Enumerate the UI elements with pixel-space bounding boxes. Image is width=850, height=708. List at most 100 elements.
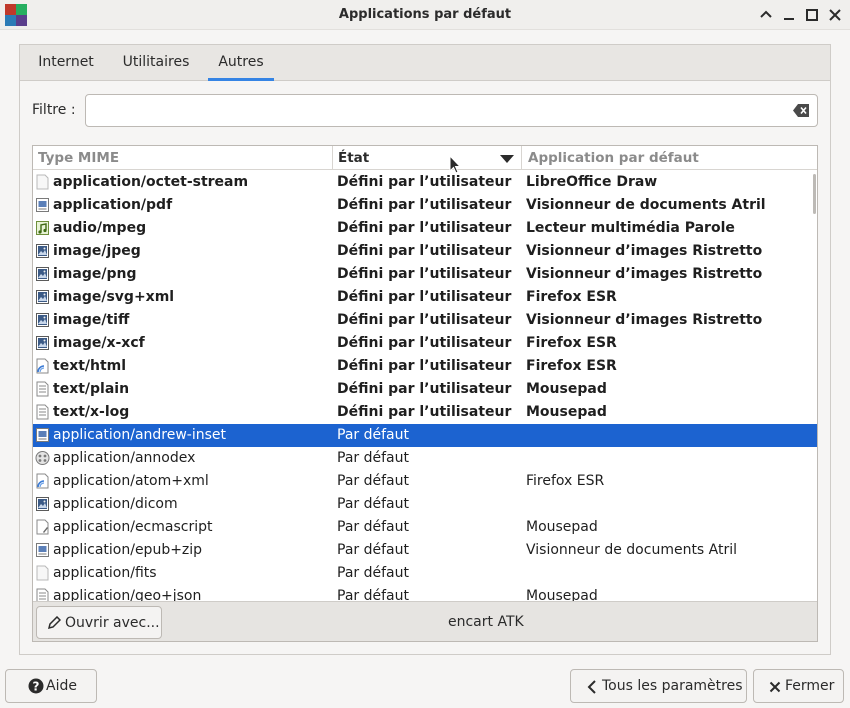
tab-panel: Internet Utilitaires Autres Filtre : Typ… <box>19 44 831 655</box>
default-app-cell: Visionneur d’images Ristretto <box>526 243 763 259</box>
default-app-cell: Firefox ESR <box>526 289 617 305</box>
table-row[interactable]: text/plain Défini par l’utilisateur Mousep… <box>33 378 817 401</box>
column-header-state[interactable]: État <box>338 146 369 170</box>
image-file-icon <box>36 497 49 511</box>
document-file-icon <box>36 428 49 442</box>
table-row[interactable]: audio/mpeg Défini par l’utilisateur Lecteu… <box>33 217 817 240</box>
document-file-icon <box>36 543 49 557</box>
mime-type-cell: image/jpeg <box>53 243 141 259</box>
image-file-icon <box>36 336 49 350</box>
help-icon: ? <box>28 678 44 694</box>
table-row[interactable]: application/atom+xml Par défaut Firefox ES… <box>33 470 817 493</box>
blank-file-icon <box>36 174 49 190</box>
mime-type-cell: application/fits <box>53 565 157 581</box>
tab-utilitaires-label: Utilitaires <box>122 54 190 70</box>
blank-file-icon <box>36 565 49 581</box>
table-row[interactable]: application/pdf Défini par l’utilisateur V… <box>33 194 817 217</box>
state-cell: Par défaut <box>337 542 409 558</box>
tab-internet-label: Internet <box>38 54 94 70</box>
mime-type-cell: audio/mpeg <box>53 220 147 236</box>
mime-type-cell: text/html <box>53 358 127 374</box>
audio-file-icon <box>36 221 49 235</box>
maximize-button[interactable] <box>803 6 821 24</box>
maximize-icon <box>806 9 818 21</box>
table-row[interactable]: application/octet-stream Défini par l’uti… <box>33 171 817 194</box>
mouse-cursor-icon <box>449 155 462 174</box>
open-with-label: Ouvrir avec... <box>65 615 160 631</box>
table-row[interactable]: image/x-xcf Défini par l’utilisateur Firef… <box>33 332 817 355</box>
default-app-cell: Visionneur d’images Ristretto <box>526 312 763 328</box>
document-file-icon <box>36 198 49 212</box>
table-row[interactable]: image/png Défini par l’utilisateur Visionn… <box>33 263 817 286</box>
state-cell: Par défaut <box>337 473 409 489</box>
state-cell: Défini par l’utilisateur <box>337 266 512 282</box>
default-app-cell: Firefox ESR <box>526 358 617 374</box>
close-window-button[interactable] <box>826 6 844 24</box>
image-file-icon <box>36 313 49 327</box>
state-cell: Défini par l’utilisateur <box>337 358 512 374</box>
svg-text:?: ? <box>33 680 40 694</box>
text-file-icon <box>36 404 49 420</box>
title-bar: Applications par défaut <box>0 0 850 30</box>
mime-type-cell: application/octet-stream <box>53 174 249 190</box>
state-cell: Défini par l’utilisateur <box>337 381 512 397</box>
column-separator <box>521 146 522 170</box>
script-file-icon <box>36 519 49 535</box>
default-app-cell: Lecteur multimédia Parole <box>526 220 735 236</box>
tab-utilitaires[interactable]: Utilitaires <box>116 45 196 81</box>
window-title: Applications par défaut <box>338 7 512 22</box>
column-header-app[interactable]: Application par défaut <box>528 146 699 170</box>
state-cell: Défini par l’utilisateur <box>337 335 512 351</box>
mime-type-cell: image/tiff <box>53 312 130 328</box>
table-row[interactable]: text/html Défini par l’utilisateur Firefox… <box>33 355 817 378</box>
sort-descending-icon <box>500 155 514 163</box>
open-with-button[interactable]: Ouvrir avec... <box>36 606 162 639</box>
state-cell: Défini par l’utilisateur <box>337 312 512 328</box>
chevron-left-icon <box>587 680 596 694</box>
all-settings-label: Tous les paramètres <box>602 678 743 694</box>
table-row[interactable]: image/svg+xml Défini par l’utilisateur Fir… <box>33 286 817 309</box>
default-app-cell: Visionneur de documents Atril <box>526 542 738 558</box>
table-row[interactable]: image/jpeg Défini par l’utilisateur Vision… <box>33 240 817 263</box>
table-row[interactable]: application/dicom Par défaut <box>33 493 817 516</box>
close-icon <box>829 9 841 21</box>
clear-input-icon[interactable] <box>793 103 810 118</box>
state-cell: Par défaut <box>337 450 409 466</box>
table-row[interactable]: application/annodex Par défaut <box>33 447 817 470</box>
all-settings-button[interactable]: Tous les paramètres <box>570 669 747 703</box>
table-row[interactable]: text/x-log Défini par l’utilisateur Mousep… <box>33 401 817 424</box>
close-icon <box>769 681 781 693</box>
minimize-button[interactable] <box>780 6 798 24</box>
table-row[interactable]: application/fits Par défaut <box>33 562 817 585</box>
table-row[interactable]: application/epub+zip Par défaut Visionneur… <box>33 539 817 562</box>
column-separator <box>332 146 333 170</box>
state-cell: Par défaut <box>337 496 409 512</box>
help-button[interactable]: ? Aide <box>5 669 97 703</box>
mime-type-cell: image/svg+xml <box>53 289 175 305</box>
tab-autres[interactable]: Autres <box>208 45 274 81</box>
image-file-icon <box>36 290 49 304</box>
scrollbar[interactable] <box>813 174 816 214</box>
default-app-cell: Mousepad <box>526 404 607 420</box>
mime-type-cell: application/andrew-inset <box>53 427 227 443</box>
mime-type-cell: application/ecmascript <box>53 519 213 535</box>
state-cell: Défini par l’utilisateur <box>337 289 512 305</box>
state-cell: Défini par l’utilisateur <box>337 174 512 190</box>
default-app-cell: Mousepad <box>526 519 598 535</box>
mime-type-cell: application/epub+zip <box>53 542 203 558</box>
shade-window-button[interactable] <box>757 6 775 24</box>
table-row[interactable]: application/ecmascript Par défaut Mousepad <box>33 516 817 539</box>
column-header-mime[interactable]: Type MIME <box>38 146 119 170</box>
multimedia-file-icon <box>35 451 50 465</box>
table-row[interactable]: application/andrew-inset Par défaut <box>33 424 817 447</box>
mime-type-cell: application/atom+xml <box>53 473 209 489</box>
help-label: Aide <box>46 678 77 694</box>
close-button[interactable]: Fermer <box>753 669 844 703</box>
table-row[interactable]: image/tiff Défini par l’utilisateur Vision… <box>33 309 817 332</box>
tab-internet[interactable]: Internet <box>32 45 100 81</box>
state-cell: Par défaut <box>337 565 409 581</box>
mime-type-cell: image/x-xcf <box>53 335 145 351</box>
filter-input[interactable] <box>85 94 818 127</box>
state-cell: Défini par l’utilisateur <box>337 220 512 236</box>
default-app-cell: Visionneur de documents Atril <box>526 197 766 213</box>
